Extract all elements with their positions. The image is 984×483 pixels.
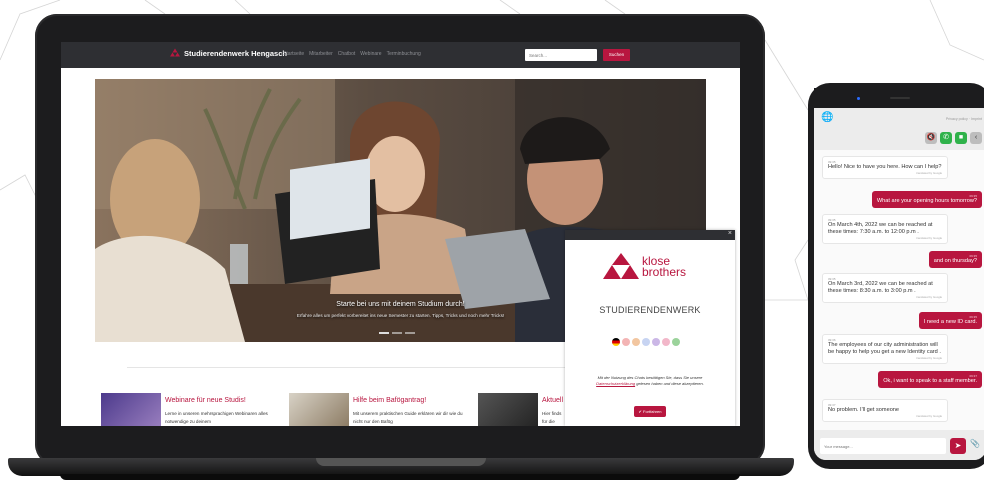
language-flag-icon[interactable] — [662, 338, 670, 346]
consent-text-start: Mit der Nutzung des Chats bestätigen Sie… — [597, 375, 703, 380]
language-flag-icon[interactable] — [642, 338, 650, 346]
scene: Studierendenwerk Hengasch Startseite Mit… — [0, 0, 984, 483]
message-text: The employees of our city administration… — [828, 342, 941, 355]
carousel-dot[interactable] — [379, 332, 389, 334]
klose-logo-text: klose brothers — [642, 255, 687, 279]
language-flag-icon[interactable] — [652, 338, 660, 346]
chat-popup: × klose brothers STUDIERENDENWERK Mit de… — [565, 230, 735, 426]
chat-actions: 🔇 ✆ ■ ‹ — [925, 132, 982, 144]
message-text: What are your opening hours tomorrow? — [876, 198, 977, 204]
carousel-dot[interactable] — [392, 332, 402, 334]
google-translate-label: translated by Google — [916, 171, 942, 175]
message-text: and on thursday? — [933, 258, 977, 264]
card-bafoeg[interactable]: Hilfe beim Bafögantrag! Mit unserem prak… — [289, 393, 469, 426]
phone-topbar — [814, 88, 984, 110]
google-translate-label: translated by Google — [916, 236, 942, 240]
message-text: I need a new ID card. — [923, 319, 977, 325]
message-input[interactable] — [820, 438, 946, 454]
site-navbar: Studierendenwerk Hengasch Startseite Mit… — [61, 42, 740, 68]
bot-message: 09:35 Hello! Nice to have you here. How c… — [822, 156, 948, 179]
nav-link-webinare[interactable]: Webinare — [360, 51, 381, 57]
send-button[interactable]: ➤ — [950, 438, 966, 454]
laptop-foot — [60, 474, 740, 480]
phone-screen: 🌐 Privacy policy · Imprint 🔇 ✆ ■ ‹ 09:35… — [814, 108, 984, 460]
mute-icon[interactable]: 🔇 — [925, 132, 937, 144]
bot-message: 09:35 On March 3rd, 2022 we can be reache… — [822, 273, 948, 303]
language-flag-icon[interactable] — [612, 338, 620, 346]
laptop-notch — [316, 458, 486, 466]
continue-label: Fortfahren — [643, 409, 662, 414]
message-text: On March 4th, 2022 we can be reached at … — [828, 222, 933, 235]
card-thumbnail — [478, 393, 538, 426]
user-message: 09:35 What are your opening hours tomorro… — [871, 191, 982, 208]
card-text: Mit unserem praktischen Guide erklären w… — [353, 411, 463, 424]
bot-message: 09:35 On March 4th, 2022 we can be reache… — [822, 214, 948, 244]
card-title[interactable]: Hilfe beim Bafögantrag! — [353, 397, 426, 404]
language-flag-icon[interactable] — [672, 338, 680, 346]
logo-line2: brothers — [642, 265, 687, 279]
chat-header: 🌐 Privacy policy · Imprint 🔇 ✆ ■ ‹ — [814, 108, 984, 150]
message-text: Ok, i want to speak to a staff member. — [883, 378, 977, 384]
bot-message: 09:37 No problem. I'll get someone transla… — [822, 399, 948, 422]
language-flag-icon[interactable] — [632, 338, 640, 346]
google-translate-label: translated by Google — [916, 414, 942, 418]
nav-link-chatbot[interactable]: Chatbot — [338, 51, 356, 57]
klose-logo-icon — [603, 253, 639, 279]
nav-links: Startseite Mitarbeiter Chatbot Webinare … — [283, 51, 421, 57]
card-thumbnail — [289, 393, 349, 426]
brand-logo-icon — [170, 48, 180, 57]
message-text: Hello! Nice to have you here. How can I … — [828, 164, 942, 170]
popup-title: STUDIERENDENWERK — [599, 305, 701, 315]
message-text: No problem. I'll get someone — [828, 407, 900, 413]
user-message: 09:37 Ok, i want to speak to a staff memb… — [878, 371, 982, 388]
card-text: Hier finds für die Me — [542, 411, 562, 424]
language-flag-icon[interactable] — [622, 338, 630, 346]
klose-logo: klose brothers — [603, 252, 686, 282]
consent-text-end: gelesen haben und diese akzeptieren. — [636, 381, 704, 386]
chat-input-bar: ➤ 📎 — [814, 430, 984, 460]
laptop-screen: Studierendenwerk Hengasch Startseite Mit… — [61, 42, 740, 426]
header-links[interactable]: Privacy policy · Imprint — [946, 117, 982, 121]
site-brand[interactable]: Studierendenwerk Hengasch — [170, 48, 287, 58]
video-icon[interactable]: ■ — [955, 132, 967, 144]
attachment-icon[interactable]: 📎 — [970, 439, 980, 448]
bot-message: 09:36 The employees of our city administr… — [822, 334, 948, 364]
nav-link-mitarbeiter[interactable]: Mitarbeiter — [309, 51, 333, 57]
card-text: Lerne in unseren mehrsprachigen Webinare… — [165, 411, 268, 424]
continue-button[interactable]: ✔ Fortfahren — [634, 406, 666, 417]
brand-name: Studierendenwerk Hengasch — [184, 48, 287, 58]
google-translate-label: translated by Google — [916, 295, 942, 299]
message-text: On March 3rd, 2022 we can be reached at … — [828, 281, 933, 294]
privacy-link[interactable]: Datenschutzerklärung — [596, 381, 635, 386]
globe-icon[interactable]: 🌐 — [821, 112, 833, 123]
nav-link-startseite[interactable]: Startseite — [283, 51, 304, 57]
send-icon: ➤ — [954, 441, 962, 450]
carousel-indicators — [379, 332, 415, 334]
nav-link-terminbuchung[interactable]: Terminbuchung — [387, 51, 421, 57]
search-button[interactable]: Suchen — [603, 49, 630, 61]
carousel-dot[interactable] — [405, 332, 415, 334]
user-message: 09:35 and on thursday? — [928, 251, 982, 268]
close-icon[interactable]: × — [728, 230, 732, 237]
phone-camera — [857, 97, 860, 100]
popup-header: × — [565, 230, 735, 240]
language-flags — [612, 338, 680, 346]
phone-icon[interactable]: ✆ — [940, 132, 952, 144]
card-thumbnail — [101, 393, 161, 426]
card-title[interactable]: Aktuell — [542, 397, 563, 404]
google-translate-label: translated by Google — [916, 356, 942, 360]
search-input[interactable] — [525, 49, 597, 61]
phone-speaker — [890, 97, 910, 99]
back-icon[interactable]: ‹ — [970, 132, 982, 144]
card-webinare[interactable]: Webinare für neue Studis! Lerne in unser… — [101, 393, 281, 426]
card-title[interactable]: Webinare für neue Studis! — [165, 397, 246, 404]
consent-text: Mit der Nutzung des Chats bestätigen Sie… — [577, 375, 723, 387]
user-message: 09:35 I need a new ID card. — [918, 312, 982, 329]
